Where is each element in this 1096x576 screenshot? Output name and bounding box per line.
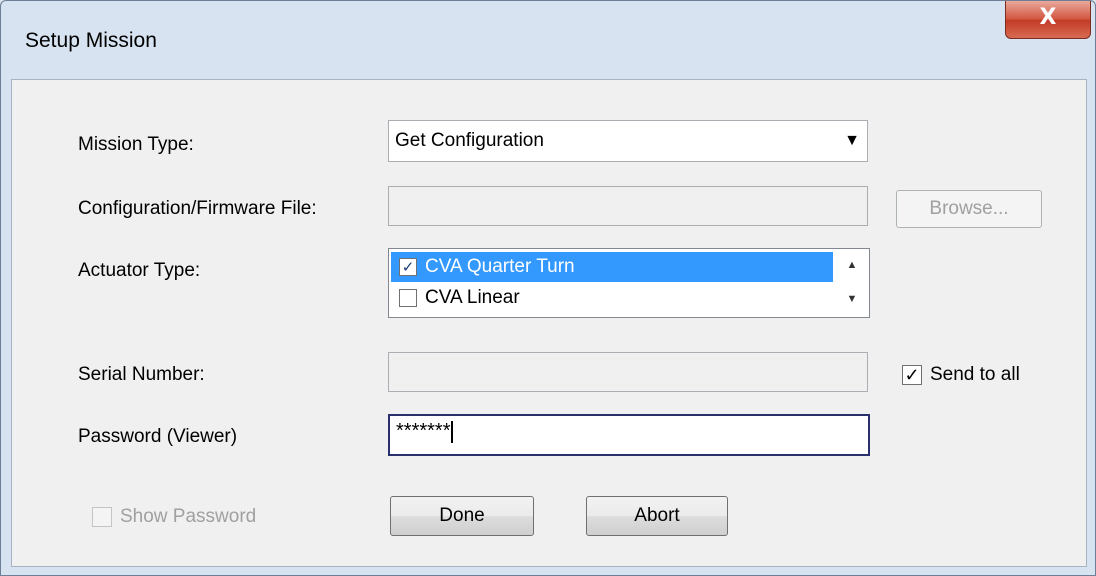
title-bar[interactable]: Setup Mission X <box>1 1 1095 79</box>
setup-mission-dialog: Setup Mission X Mission Type: Get Config… <box>0 0 1096 576</box>
show-password-checkbox: Show Password <box>92 506 256 528</box>
list-item-cva-quarter-turn[interactable]: ✓ CVA Quarter Turn <box>391 252 833 282</box>
list-item-label: CVA Quarter Turn <box>425 256 575 277</box>
send-to-all-label: Send to all <box>930 364 1020 385</box>
browse-button: Browse... <box>896 190 1042 228</box>
show-password-label: Show Password <box>120 506 257 527</box>
check-icon[interactable]: ✓ <box>399 258 417 276</box>
check-icon[interactable]: ✓ <box>902 365 922 385</box>
serial-number-label: Serial Number: <box>78 364 205 385</box>
password-input[interactable]: ******* <box>388 414 870 456</box>
chevron-down-icon[interactable]: ▼ <box>839 125 865 157</box>
window-title: Setup Mission <box>25 29 157 52</box>
mission-type-label: Mission Type: <box>78 134 194 155</box>
abort-button[interactable]: Abort <box>586 496 728 536</box>
done-button[interactable]: Done <box>390 496 534 536</box>
config-file-label: Configuration/Firmware File: <box>78 198 317 219</box>
checkbox-empty-icon <box>92 507 112 527</box>
scroll-down-icon[interactable]: ▼ <box>836 288 868 310</box>
serial-number-field <box>388 352 868 392</box>
send-to-all-checkbox[interactable]: ✓ Send to all <box>902 364 1020 386</box>
actuator-type-label: Actuator Type: <box>78 260 201 281</box>
text-caret <box>451 420 454 443</box>
close-icon: X <box>1039 5 1057 30</box>
config-file-field <box>388 186 868 226</box>
dialog-body: Mission Type: Get Configuration ▼ Config… <box>11 79 1087 567</box>
password-value: ******* <box>396 420 451 442</box>
mission-type-value: Get Configuration <box>395 130 544 151</box>
close-button[interactable]: X <box>1005 1 1091 39</box>
list-item-cva-linear[interactable]: CVA Linear <box>391 283 520 313</box>
mission-type-select[interactable]: Get Configuration ▼ <box>388 120 868 162</box>
scroll-up-icon[interactable]: ▲ <box>836 254 868 276</box>
actuator-type-list[interactable]: ✓ CVA Quarter Turn CVA Linear ▲ ▼ <box>388 248 870 318</box>
password-label: Password (Viewer) <box>78 426 238 447</box>
list-item-label: CVA Linear <box>425 287 520 308</box>
checkbox-empty-icon[interactable] <box>399 289 417 307</box>
list-scrollbar[interactable]: ▲ ▼ <box>836 250 868 316</box>
